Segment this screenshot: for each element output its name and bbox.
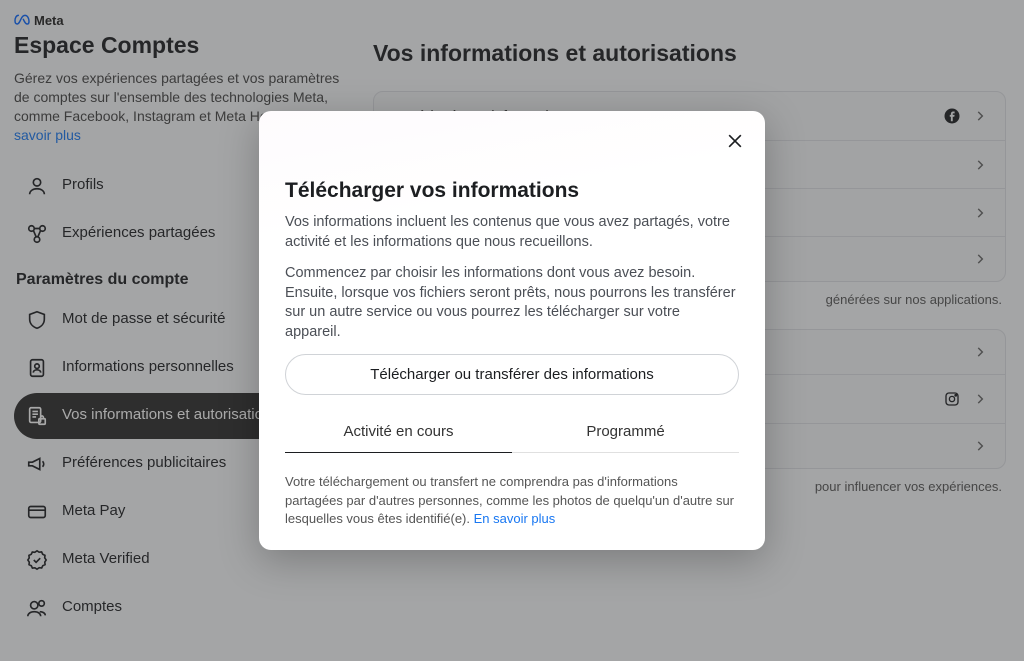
modal-description-1: Vos informations incluent les contenus q… <box>285 213 739 252</box>
modal-description-2: Commencez par choisir les informations d… <box>285 264 739 342</box>
tab-activity-in-progress[interactable]: Activité en cours <box>285 413 512 453</box>
modal-learn-more-link[interactable]: En savoir plus <box>474 511 556 526</box>
modal-footnote: Votre téléchargement ou transfert ne com… <box>285 473 739 528</box>
modal-overlay: Télécharger vos informations Vos informa… <box>0 0 1024 661</box>
download-info-modal: Télécharger vos informations Vos informa… <box>259 111 765 550</box>
download-transfer-button[interactable]: Télécharger ou transférer des informatio… <box>285 354 739 395</box>
close-icon <box>725 131 745 151</box>
modal-title: Télécharger vos informations <box>285 179 739 203</box>
close-button[interactable] <box>719 125 751 157</box>
tab-scheduled[interactable]: Programmé <box>512 413 739 452</box>
modal-tabs: Activité en cours Programmé <box>285 413 739 453</box>
